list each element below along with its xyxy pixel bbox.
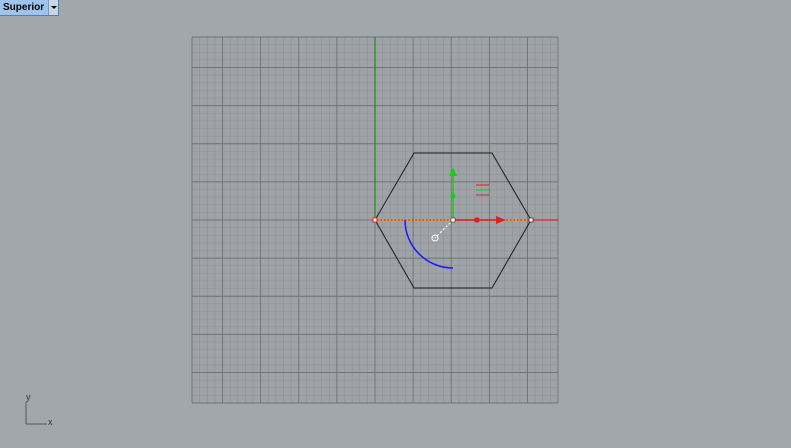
control-point-start[interactable] — [372, 217, 378, 223]
axis-indicator-widget: y x — [25, 392, 53, 427]
viewport-superior[interactable]: Superior y x — [0, 0, 791, 448]
gumball-x-scale-handle[interactable] — [474, 217, 480, 223]
gumball-y-scale-handle[interactable] — [450, 193, 456, 199]
axis-indicator-x-label: x — [48, 417, 53, 427]
viewport-canvas[interactable]: y x — [0, 0, 791, 448]
axis-indicator-y-label: y — [26, 392, 31, 402]
control-point-end[interactable] — [528, 217, 534, 223]
gumball-origin[interactable] — [450, 217, 456, 223]
